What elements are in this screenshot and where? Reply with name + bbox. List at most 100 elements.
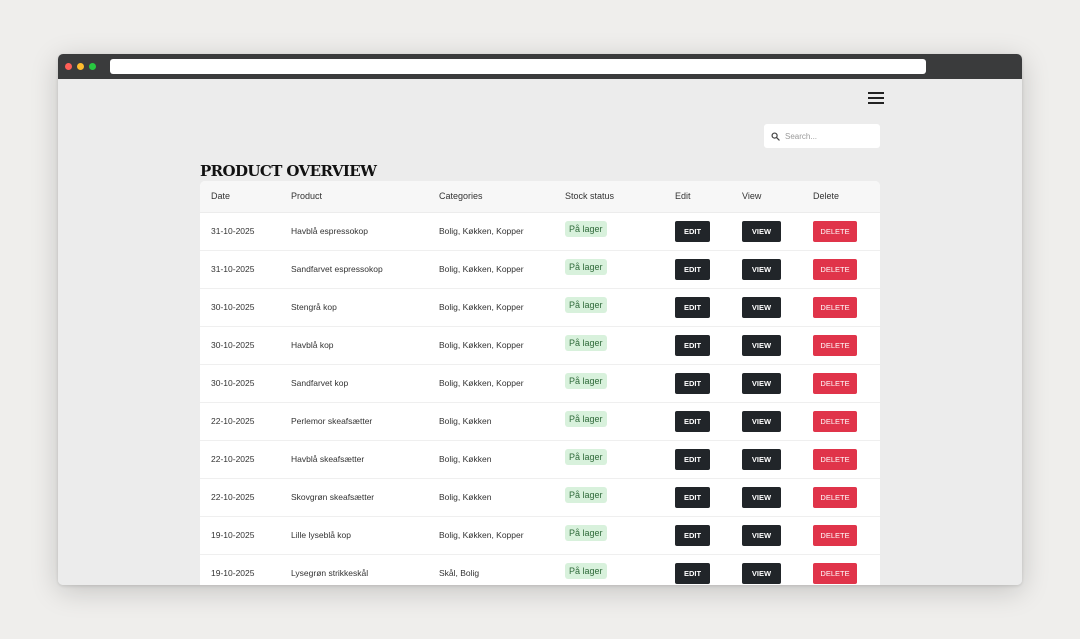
cell-view: VIEW [731, 402, 802, 441]
cell-product: Havblå skeafsætter [280, 440, 428, 479]
column-header-product[interactable]: Product [280, 181, 428, 213]
search-input[interactable] [785, 131, 875, 141]
cell-delete: DELETE [802, 212, 880, 251]
browser-titlebar [58, 54, 1022, 79]
edit-button[interactable]: EDIT [675, 258, 710, 280]
delete-button[interactable]: DELETE [813, 524, 857, 546]
maximize-window-button[interactable] [89, 63, 96, 70]
search-box[interactable] [764, 124, 880, 148]
cell-categories: Bolig, Køkken, Kopper [428, 212, 554, 251]
stock-status-badge: På lager [565, 335, 607, 351]
cell-delete: DELETE [802, 554, 880, 585]
edit-button[interactable]: EDIT [675, 220, 710, 242]
address-bar[interactable] [110, 59, 926, 74]
table-row: 22-10-2025 Perlemor skeafsætter Bolig, Køk… [200, 402, 880, 441]
edit-button[interactable]: EDIT [675, 334, 710, 356]
edit-button[interactable]: EDIT [675, 296, 710, 318]
cell-categories: Bolig, Køkken, Kopper [428, 326, 554, 365]
table-row: 22-10-2025 Havblå skeafsætter Bolig, Køkke… [200, 440, 880, 479]
column-header-date[interactable]: Date [200, 181, 280, 213]
view-button[interactable]: VIEW [742, 448, 781, 470]
cell-product: Lille lyseblå kop [280, 516, 428, 555]
edit-button[interactable]: EDIT [675, 524, 710, 546]
delete-button[interactable]: DELETE [813, 372, 857, 394]
cell-delete: DELETE [802, 402, 880, 441]
page-title: PRODUCT OVERVIEW [200, 162, 377, 180]
column-header-categories[interactable]: Categories [428, 181, 554, 213]
stock-status-badge: På lager [565, 487, 607, 503]
stock-status-badge: På lager [565, 373, 607, 389]
cell-stock-status: På lager [554, 212, 664, 251]
edit-button[interactable]: EDIT [675, 562, 710, 584]
close-window-button[interactable] [65, 63, 72, 70]
cell-view: VIEW [731, 516, 802, 555]
cell-delete: DELETE [802, 440, 880, 479]
cell-stock-status: På lager [554, 402, 664, 441]
view-button[interactable]: VIEW [742, 296, 781, 318]
view-button[interactable]: VIEW [742, 410, 781, 432]
cell-categories: Bolig, Køkken, Kopper [428, 250, 554, 289]
table-row: 19-10-2025 Lysegrøn strikkeskål Skål, Boli… [200, 554, 880, 585]
cell-delete: DELETE [802, 326, 880, 365]
delete-button[interactable]: DELETE [813, 220, 857, 242]
stock-status-badge: På lager [565, 259, 607, 275]
delete-button[interactable]: DELETE [813, 334, 857, 356]
cell-stock-status: På lager [554, 478, 664, 517]
column-header-stock-status[interactable]: Stock status [554, 181, 664, 213]
table-row: 31-10-2025 Sandfarvet espressokop Bolig, K… [200, 250, 880, 289]
menu-line [868, 92, 884, 94]
cell-date: 19-10-2025 [200, 554, 280, 585]
cell-product: Havblå espressokop [280, 212, 428, 251]
edit-button[interactable]: EDIT [675, 486, 710, 508]
cell-date: 22-10-2025 [200, 402, 280, 441]
edit-button[interactable]: EDIT [675, 372, 710, 394]
view-button[interactable]: VIEW [742, 220, 781, 242]
cell-edit: EDIT [664, 478, 731, 517]
cell-date: 19-10-2025 [200, 516, 280, 555]
delete-button[interactable]: DELETE [813, 486, 857, 508]
cell-date: 30-10-2025 [200, 364, 280, 403]
menu-line [868, 97, 884, 99]
delete-button[interactable]: DELETE [813, 562, 857, 584]
cell-view: VIEW [731, 288, 802, 327]
view-button[interactable]: VIEW [742, 486, 781, 508]
delete-button[interactable]: DELETE [813, 410, 857, 432]
stock-status-badge: På lager [565, 297, 607, 313]
view-button[interactable]: VIEW [742, 562, 781, 584]
cell-edit: EDIT [664, 326, 731, 365]
cell-date: 30-10-2025 [200, 288, 280, 327]
cell-categories: Bolig, Køkken [428, 440, 554, 479]
column-header-edit: Edit [664, 181, 731, 213]
stock-status-badge: På lager [565, 563, 607, 579]
view-button[interactable]: VIEW [742, 258, 781, 280]
cell-edit: EDIT [664, 364, 731, 403]
cell-stock-status: På lager [554, 250, 664, 289]
edit-button[interactable]: EDIT [675, 410, 710, 432]
product-table-card: Date Product Categories Stock status Edi… [200, 181, 880, 585]
cell-product: Lysegrøn strikkeskål [280, 554, 428, 585]
cell-edit: EDIT [664, 402, 731, 441]
cell-view: VIEW [731, 250, 802, 289]
hamburger-menu-icon[interactable] [868, 91, 884, 104]
view-button[interactable]: VIEW [742, 524, 781, 546]
table-row: 30-10-2025 Sandfarvet kop Bolig, Køkken, K… [200, 364, 880, 403]
cell-categories: Bolig, Køkken, Kopper [428, 364, 554, 403]
edit-button[interactable]: EDIT [675, 448, 710, 470]
cell-categories: Bolig, Køkken, Kopper [428, 516, 554, 555]
view-button[interactable]: VIEW [742, 334, 781, 356]
cell-date: 31-10-2025 [200, 250, 280, 289]
delete-button[interactable]: DELETE [813, 258, 857, 280]
minimize-window-button[interactable] [77, 63, 84, 70]
delete-button[interactable]: DELETE [813, 448, 857, 470]
cell-product: Perlemor skeafsætter [280, 402, 428, 441]
cell-delete: DELETE [802, 250, 880, 289]
cell-product: Havblå kop [280, 326, 428, 365]
delete-button[interactable]: DELETE [813, 296, 857, 318]
cell-categories: Bolig, Køkken, Kopper [428, 288, 554, 327]
cell-stock-status: På lager [554, 326, 664, 365]
cell-edit: EDIT [664, 212, 731, 251]
cell-view: VIEW [731, 478, 802, 517]
cell-view: VIEW [731, 554, 802, 585]
table-row: 19-10-2025 Lille lyseblå kop Bolig, Køkken… [200, 516, 880, 555]
view-button[interactable]: VIEW [742, 372, 781, 394]
